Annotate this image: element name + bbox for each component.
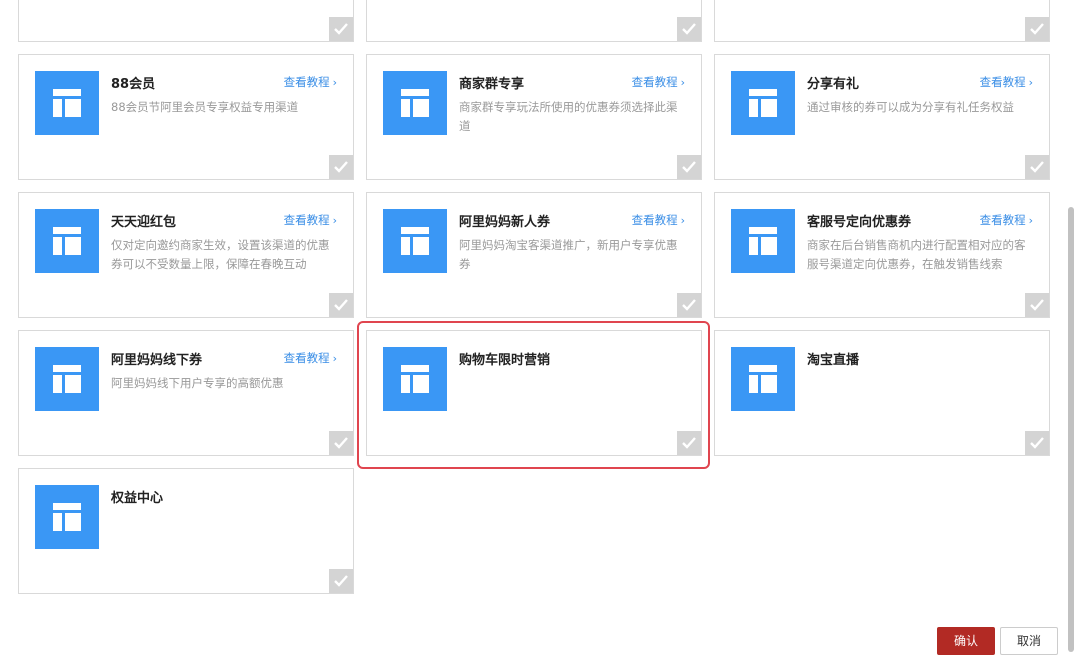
channel-card-taobao-live[interactable]: 淘宝直播	[714, 330, 1050, 456]
channel-card-daily-red-packet[interactable]: 天天迎红包 查看教程 › 仅对定向邀约商家生效，设置该渠道的优惠券可以不受数量上限…	[18, 192, 354, 318]
layout-icon	[35, 347, 99, 411]
card-title: 分享有礼	[807, 77, 860, 92]
card-description: 仅对定向邀约商家生效，设置该渠道的优惠券可以不受数量上限，保障在春晚互动	[111, 238, 330, 271]
card-title: 客服号定向优惠券	[807, 215, 912, 230]
channel-card-customer-service[interactable]: 客服号定向优惠券 查看教程 › 商家在后台销售商机内进行配置相对应的客服号渠道定向…	[714, 192, 1050, 318]
chevron-right-icon: ›	[680, 76, 685, 89]
card-title: 88会员	[111, 77, 156, 92]
channel-card-benefit-center[interactable]: 权益中心	[18, 468, 354, 594]
channel-picker: 88会员 查看教程 › 88会员节阿里会员专享权益专用渠道 商家群专享 查看教程 ›…	[0, 0, 1076, 669]
check-icon	[677, 17, 701, 41]
check-icon	[1025, 431, 1049, 455]
check-icon	[329, 293, 353, 317]
tutorial-link[interactable]: 查看教程 ›	[284, 212, 337, 228]
tutorial-link[interactable]: 查看教程 ›	[980, 212, 1033, 228]
layout-icon	[383, 71, 447, 135]
channel-card-alimama-new-user[interactable]: 阿里妈妈新人券 查看教程 › 阿里妈妈淘宝客渠道推广，新用户专享优惠券	[366, 192, 702, 318]
chevron-right-icon: ›	[332, 76, 337, 89]
layout-icon	[731, 347, 795, 411]
card-title: 天天迎红包	[111, 215, 177, 230]
layout-icon	[35, 209, 99, 273]
channel-card[interactable]	[714, 0, 1050, 42]
channel-card-merchant-group[interactable]: 商家群专享 查看教程 › 商家群专享玩法所使用的优惠券须选择此渠道	[366, 54, 702, 180]
highlight-outline	[357, 321, 710, 469]
cancel-button[interactable]: 取消	[1000, 627, 1058, 655]
scrollbar[interactable]	[1066, 0, 1076, 669]
channel-card-88-member[interactable]: 88会员 查看教程 › 88会员节阿里会员专享权益专用渠道	[18, 54, 354, 180]
check-icon	[677, 155, 701, 179]
card-description: 88会员节阿里会员专享权益专用渠道	[111, 100, 299, 114]
card-description: 阿里妈妈线下用户专享的高额优惠	[111, 376, 284, 390]
tutorial-link[interactable]: 查看教程 ›	[980, 74, 1033, 90]
channel-card-share-gift[interactable]: 分享有礼 查看教程 › 通过审核的券可以成为分享有礼任务权益	[714, 54, 1050, 180]
scrollbar-thumb[interactable]	[1068, 207, 1074, 652]
tutorial-link[interactable]: 查看教程 ›	[284, 74, 337, 90]
check-icon	[677, 293, 701, 317]
channel-card[interactable]	[18, 0, 354, 42]
layout-icon	[35, 485, 99, 549]
check-icon	[1025, 17, 1049, 41]
chevron-right-icon: ›	[1028, 214, 1033, 227]
card-title: 阿里妈妈线下券	[111, 353, 203, 368]
tutorial-link[interactable]: 查看教程 ›	[632, 212, 685, 228]
check-icon	[329, 569, 353, 593]
card-title: 商家群专享	[459, 77, 525, 92]
channel-card[interactable]	[366, 0, 702, 42]
card-description: 通过审核的券可以成为分享有礼任务权益	[807, 100, 1014, 114]
card-description: 商家在后台销售商机内进行配置相对应的客服号渠道定向优惠券，在触发销售线索	[807, 238, 1026, 271]
check-icon	[329, 17, 353, 41]
chevron-right-icon: ›	[332, 352, 337, 365]
card-description: 商家群专享玩法所使用的优惠券须选择此渠道	[459, 100, 678, 133]
layout-icon	[731, 209, 795, 273]
chevron-right-icon: ›	[1028, 76, 1033, 89]
check-icon	[329, 431, 353, 455]
check-icon	[329, 155, 353, 179]
card-title: 阿里妈妈新人券	[459, 215, 551, 230]
check-icon	[1025, 155, 1049, 179]
tutorial-link[interactable]: 查看教程 ›	[284, 350, 337, 366]
check-icon	[1025, 293, 1049, 317]
layout-icon	[731, 71, 795, 135]
chevron-right-icon: ›	[680, 214, 685, 227]
confirm-button[interactable]: 确认	[937, 627, 995, 655]
layout-icon	[35, 71, 99, 135]
card-title: 权益中心	[111, 491, 164, 506]
channel-card-alimama-offline[interactable]: 阿里妈妈线下券 查看教程 › 阿里妈妈线下用户专享的高额优惠	[18, 330, 354, 456]
card-description: 阿里妈妈淘宝客渠道推广，新用户专享优惠券	[459, 238, 678, 271]
card-title: 淘宝直播	[807, 353, 860, 368]
tutorial-link[interactable]: 查看教程 ›	[632, 74, 685, 90]
layout-icon	[383, 209, 447, 273]
chevron-right-icon: ›	[332, 214, 337, 227]
